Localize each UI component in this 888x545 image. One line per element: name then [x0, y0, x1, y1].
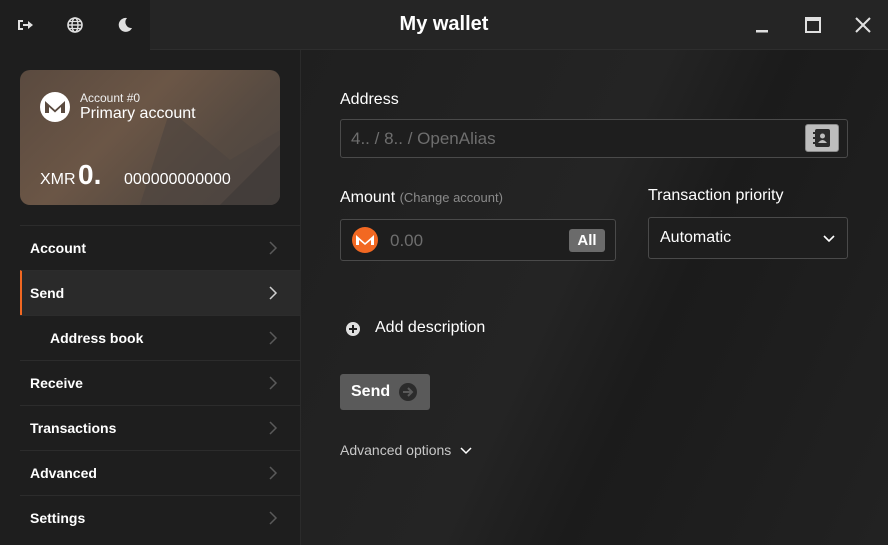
balance-decimals: 000000000000: [124, 171, 231, 188]
priority-select[interactable]: Automatic: [648, 217, 848, 259]
address-book-button[interactable]: [805, 124, 839, 152]
sidebar-item-account[interactable]: Account: [20, 225, 301, 270]
sidebar-item-label: Account: [30, 240, 86, 256]
sidebar-item-label: Transactions: [30, 420, 117, 436]
sidebar-item-settings[interactable]: Settings: [20, 495, 301, 540]
send-button-label: Send: [351, 383, 391, 400]
sidebar-item-receive[interactable]: Receive: [20, 360, 301, 405]
globe-icon[interactable]: [63, 13, 87, 37]
chevron-right-icon: [269, 241, 278, 255]
account-card[interactable]: Account #0 Primary account XMR 0. 000000…: [20, 70, 280, 205]
advanced-options-toggle[interactable]: Advanced options: [340, 442, 472, 460]
close-icon[interactable]: [851, 13, 875, 37]
address-input[interactable]: 4.. / 8.. / OpenAlias: [340, 119, 848, 158]
amount-input[interactable]: 0.00 All: [340, 219, 616, 261]
maximize-icon[interactable]: [801, 13, 825, 37]
title-bar: My wallet: [0, 0, 888, 50]
sidebar-item-send[interactable]: Send: [20, 270, 301, 315]
sidebar-item-label: Send: [30, 285, 65, 301]
sidebar-menu: Account Send Address book Receive Transa…: [20, 225, 301, 540]
sidebar-item-transactions[interactable]: Transactions: [20, 405, 301, 450]
sidebar-item-label: Settings: [30, 510, 86, 526]
sign-out-icon[interactable]: [13, 13, 37, 37]
minimize-icon[interactable]: [750, 13, 774, 37]
change-account-link[interactable]: (Change account): [400, 190, 503, 205]
amount-label: Amount (Change account): [340, 189, 503, 207]
sidebar-item-label: Advanced: [30, 465, 97, 481]
chevron-right-icon: [269, 511, 278, 525]
address-book-icon: [813, 129, 830, 147]
amount-placeholder: 0.00: [390, 231, 424, 250]
sidebar-item-advanced[interactable]: Advanced: [20, 450, 301, 495]
address-label: Address: [340, 91, 399, 108]
chevron-down-icon: [460, 447, 472, 454]
sidebar: Account #0 Primary account XMR 0. 000000…: [0, 50, 301, 545]
arrow-right-circle-icon: [399, 383, 417, 401]
send-panel: Address 4.. / 8.. / OpenAlias Amount (Ch…: [301, 50, 888, 545]
all-button[interactable]: All: [569, 229, 605, 252]
monero-logo-icon: [40, 92, 70, 127]
sidebar-item-address-book[interactable]: Address book: [20, 315, 301, 360]
advanced-options-label: Advanced options: [340, 442, 452, 458]
sidebar-item-label: Address book: [50, 330, 144, 346]
account-name: Primary account: [80, 105, 196, 122]
plus-circle-icon: [346, 322, 360, 336]
sidebar-item-label: Receive: [30, 375, 83, 391]
chevron-down-icon: [823, 235, 835, 243]
address-placeholder: 4.. / 8.. / OpenAlias: [351, 129, 496, 148]
chevron-right-icon: [269, 466, 278, 480]
monero-icon: [352, 227, 378, 253]
account-number: Account #0: [80, 91, 141, 105]
balance-integer: 0.: [78, 159, 102, 190]
add-description-label: Add description: [375, 319, 486, 336]
priority-value: Automatic: [660, 229, 732, 246]
chevron-right-icon: [269, 286, 278, 300]
balance-currency: XMR: [40, 171, 76, 188]
amount-label-text: Amount: [340, 189, 396, 206]
chevron-right-icon: [269, 421, 278, 435]
chevron-right-icon: [269, 376, 278, 390]
moon-icon[interactable]: [113, 13, 137, 37]
priority-label: Transaction priority: [648, 187, 784, 204]
send-button[interactable]: Send: [340, 374, 430, 410]
chevron-right-icon: [269, 331, 278, 345]
